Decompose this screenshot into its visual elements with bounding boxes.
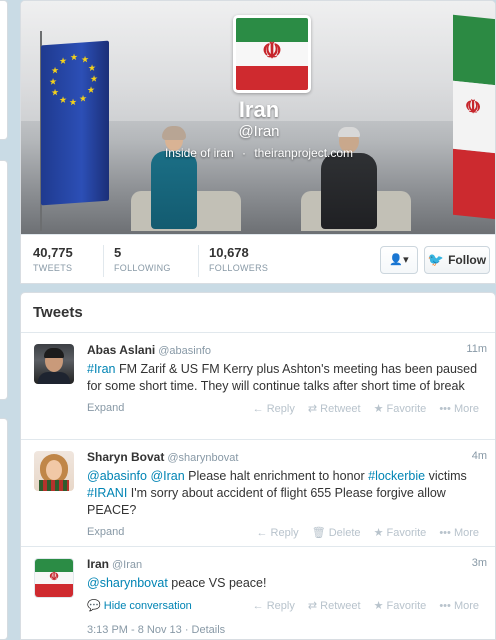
hashtag-link[interactable]: #Iran <box>87 362 116 376</box>
tweet-avatar[interactable]: ☫ <box>34 558 74 598</box>
profile-card: ★ ★ ★ ★ ★ ★ ★ ★ ★ ★ ★ ★ ☫ ☫ Iran @Iran I… <box>20 0 496 284</box>
profile-stats-bar: 40,775 TWEETS 5 FOLLOWING 10,678 FOLLOWE… <box>21 234 495 283</box>
follow-label: Follow <box>448 253 487 267</box>
reply-button[interactable]: ← Reply <box>253 600 295 612</box>
profile-handle: @Iran <box>238 123 280 140</box>
tweet-text-segment: victims <box>425 469 467 483</box>
more-button[interactable]: ••• More <box>439 527 479 539</box>
tweet-fullname[interactable]: Iran <box>87 557 109 571</box>
more-button[interactable]: ••• More <box>439 600 479 612</box>
profile-url-link[interactable]: theiranproject.com <box>254 146 353 160</box>
stat-label: FOLLOWERS <box>209 263 269 273</box>
stat-tweets[interactable]: 40,775 TWEETS <box>33 245 73 273</box>
stat-followers[interactable]: 10,678 FOLLOWERS <box>209 245 268 273</box>
profile-bio: Inside of iran · theiranproject.com <box>21 146 495 160</box>
reply-button[interactable]: ← Reply <box>253 403 295 415</box>
tweet-text-segment: peace VS peace! <box>167 576 267 590</box>
tweet-detail-timestamp[interactable]: 3:13 PM - 8 Nov 13 · Details <box>87 618 483 639</box>
tweet-actions: ← Reply ⇄ Retweet ★ Favorite ••• More <box>243 402 479 415</box>
left-card-fragment <box>0 418 8 640</box>
tweets-heading: Tweets <box>21 293 495 333</box>
tweet-username[interactable]: @Iran <box>112 559 142 571</box>
tweet-username[interactable]: @abasinfo <box>158 345 211 357</box>
tweet-avatar[interactable] <box>34 344 74 384</box>
tweet-text: @sharynbovat peace VS peace! <box>87 575 483 592</box>
tweet-timestamp[interactable]: 4m <box>472 450 487 462</box>
bio-separator: · <box>242 146 246 160</box>
twitter-bird-icon: 🐦 <box>427 252 445 267</box>
profile-avatar[interactable]: ☫ <box>233 15 311 93</box>
expand-link[interactable]: Expand <box>87 526 124 538</box>
stat-value: 40,775 <box>33 245 73 260</box>
hide-conversation-link[interactable]: 💬 Hide conversation <box>87 599 192 612</box>
retweet-button[interactable]: ⇄ Retweet <box>308 403 361 415</box>
tweet-avatar[interactable] <box>34 451 74 491</box>
favorite-button[interactable]: ★ Favorite <box>374 527 427 539</box>
tweet-timestamp[interactable]: 3m <box>472 557 487 569</box>
tweet-text-segment: I'm sorry about accident of flight 655 P… <box>87 486 446 517</box>
mention-link[interactable]: @Iran <box>150 469 184 483</box>
tweet-username[interactable]: @sharynbovat <box>167 452 238 464</box>
stat-value: 10,678 <box>209 245 249 260</box>
tweet-fullname[interactable]: Abas Aslani <box>87 343 155 357</box>
hashtag-link[interactable]: #lockerbie <box>368 469 425 483</box>
tweet-timestamp[interactable]: 11m <box>466 343 487 355</box>
left-card-fragment <box>0 160 8 400</box>
hashtag-link[interactable]: #IRANI <box>87 486 127 500</box>
follow-button[interactable]: 🐦 Follow <box>424 246 490 274</box>
stat-following[interactable]: 5 FOLLOWING <box>114 245 171 273</box>
tweet-item[interactable]: ☫ Iran @Iran 3m @sharynbovat peace VS pea… <box>21 547 495 639</box>
mention-link[interactable]: @abasinfo <box>87 469 147 483</box>
tweet-item[interactable]: Sharyn Bovat @sharynbovat 4m @abasinfo @I… <box>21 440 495 547</box>
tweet-item[interactable]: Abas Aslani @abasinfo 11m #Iran FM Zarif … <box>21 333 495 440</box>
tweet-text-segment: FM Zarif & US FM Kerry plus Ashton's mee… <box>87 362 478 393</box>
expand-link[interactable]: Expand <box>87 402 124 414</box>
tweet-fullname[interactable]: Sharyn Bovat <box>87 450 164 464</box>
favorite-button[interactable]: ★ Favorite <box>374 600 427 612</box>
person-left <box>151 126 197 229</box>
user-icon: 👤▾ <box>389 254 409 266</box>
more-button[interactable]: ••• More <box>439 403 479 415</box>
mention-link[interactable]: @sharynbovat <box>87 576 168 590</box>
stat-label: FOLLOWING <box>114 263 171 273</box>
profile-name[interactable]: Iran <box>21 97 495 123</box>
tweets-stream: Tweets Abas Aslani @abasinfo 11m #Iran FM… <box>20 292 496 640</box>
stat-label: TWEETS <box>33 263 73 273</box>
delete-button[interactable]: 🗑 Delete <box>312 527 361 539</box>
bio-text: Inside of iran <box>164 146 234 160</box>
retweet-button[interactable]: ⇄ Retweet <box>308 600 361 612</box>
left-column-edge <box>0 0 8 640</box>
person-right <box>321 127 377 229</box>
user-actions-dropdown[interactable]: 👤▾ <box>380 246 418 274</box>
tweet-text: #Iran FM Zarif & US FM Kerry plus Ashton… <box>87 361 483 395</box>
left-card-fragment <box>0 0 8 140</box>
tweet-text-segment: Please halt enrichment to honor <box>184 469 369 483</box>
tweet-actions: ← Reply ⇄ Retweet ★ Favorite ••• More <box>243 599 479 612</box>
profile-header-image: ★ ★ ★ ★ ★ ★ ★ ★ ★ ★ ★ ★ ☫ ☫ Iran @Iran I… <box>21 1 495 234</box>
tweet-text: @abasinfo @Iran Please halt enrichment t… <box>87 468 483 519</box>
stat-value: 5 <box>114 245 122 260</box>
tweet-actions: ← Reply 🗑 Delete ★ Favorite ••• More <box>246 526 479 539</box>
reply-button[interactable]: ← Reply <box>256 527 298 539</box>
favorite-button[interactable]: ★ Favorite <box>374 403 427 415</box>
